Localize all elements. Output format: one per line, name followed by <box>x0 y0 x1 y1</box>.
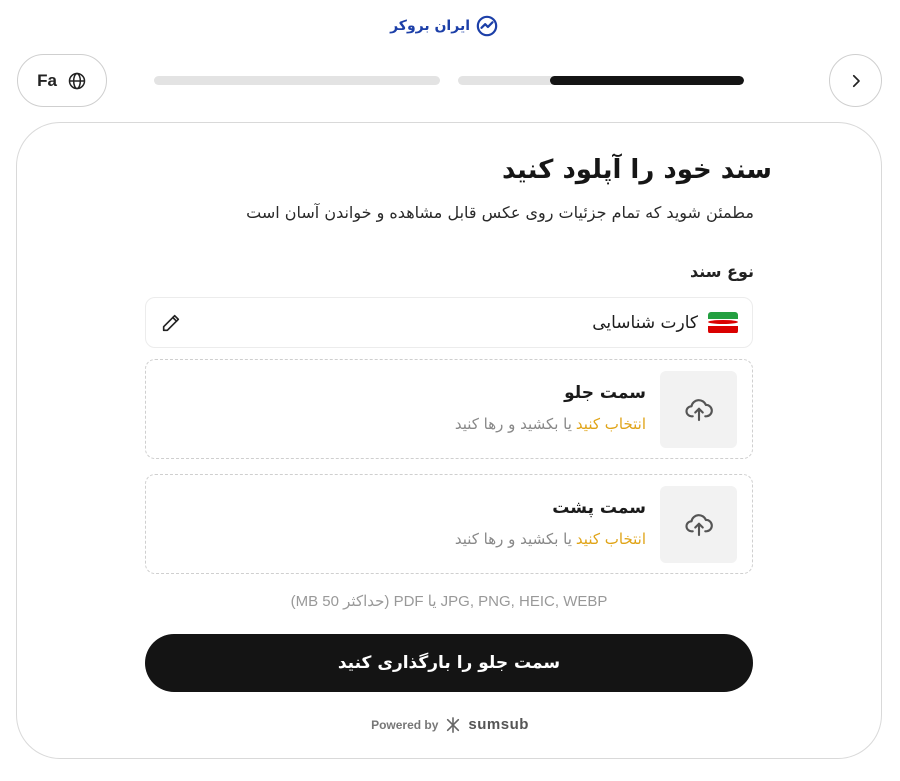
progress-step-1 <box>154 76 440 85</box>
upload-front-title: سمت جلو <box>564 383 646 403</box>
document-type-select[interactable]: کارت شناسایی <box>145 297 753 348</box>
sumsub-brand: sumsub <box>468 716 529 733</box>
file-formats-note: JPG, PNG, HEIC, WEBP یا PDF (حداکثر 50 M… <box>290 593 608 610</box>
upload-front-choose-link[interactable]: انتخاب کنید <box>576 415 646 433</box>
upload-front-hint-text: یا بکشید و رها کنید <box>454 415 572 433</box>
document-type-value-wrap: کارت شناسایی <box>592 311 738 334</box>
upload-back-dropzone[interactable]: سمت پشت انتخاب کنید یا بکشید و رها کنید <box>145 474 753 574</box>
chart-check-icon <box>476 15 498 37</box>
chevron-right-icon <box>852 74 860 87</box>
upload-back-hint-text: یا بکشید و رها کنید <box>454 530 572 548</box>
document-type-value: کارت شناسایی <box>592 312 698 333</box>
upload-front-dropzone[interactable]: سمت جلو انتخاب کنید یا بکشید و رها کنید <box>145 359 753 459</box>
powered-by-label: Powered by <box>371 717 439 732</box>
document-type-label: نوع سند <box>689 262 754 281</box>
progress-step-2 <box>458 76 744 85</box>
upload-front-hint: انتخاب کنید یا بکشید و رها کنید <box>455 415 646 433</box>
upload-front-icon-tile <box>660 371 737 448</box>
page-subtitle: مطمئن شوید که تمام جزئیات روی عکس قابل م… <box>246 203 754 222</box>
upload-front-button[interactable]: سمت جلو را بارگذاری کنید <box>145 634 753 692</box>
globe-icon <box>68 72 86 89</box>
cloud-upload-icon <box>685 513 713 536</box>
language-button[interactable]: Fa <box>17 54 107 107</box>
pencil-icon[interactable] <box>160 312 182 334</box>
brand-logo-text: ایران بروکر <box>390 18 470 34</box>
progress-fill-2 <box>549 76 744 85</box>
upload-back-title: سمت پشت <box>552 498 646 518</box>
nav-chevron-button[interactable] <box>829 54 882 107</box>
sumsub-logo-icon <box>447 716 460 733</box>
upload-back-choose-link[interactable]: انتخاب کنید <box>576 530 646 548</box>
language-label: Fa <box>37 70 57 90</box>
powered-by: Powered by sumsub <box>0 716 900 733</box>
brand-logo: ایران بروکر <box>386 13 498 39</box>
page-title: سند خود را آپلود کنید <box>502 155 772 185</box>
iran-flag-icon <box>708 311 738 334</box>
upload-back-hint: انتخاب کنید یا بکشید و رها کنید <box>455 530 646 548</box>
cloud-upload-icon <box>685 398 713 421</box>
upload-back-icon-tile <box>660 486 737 563</box>
